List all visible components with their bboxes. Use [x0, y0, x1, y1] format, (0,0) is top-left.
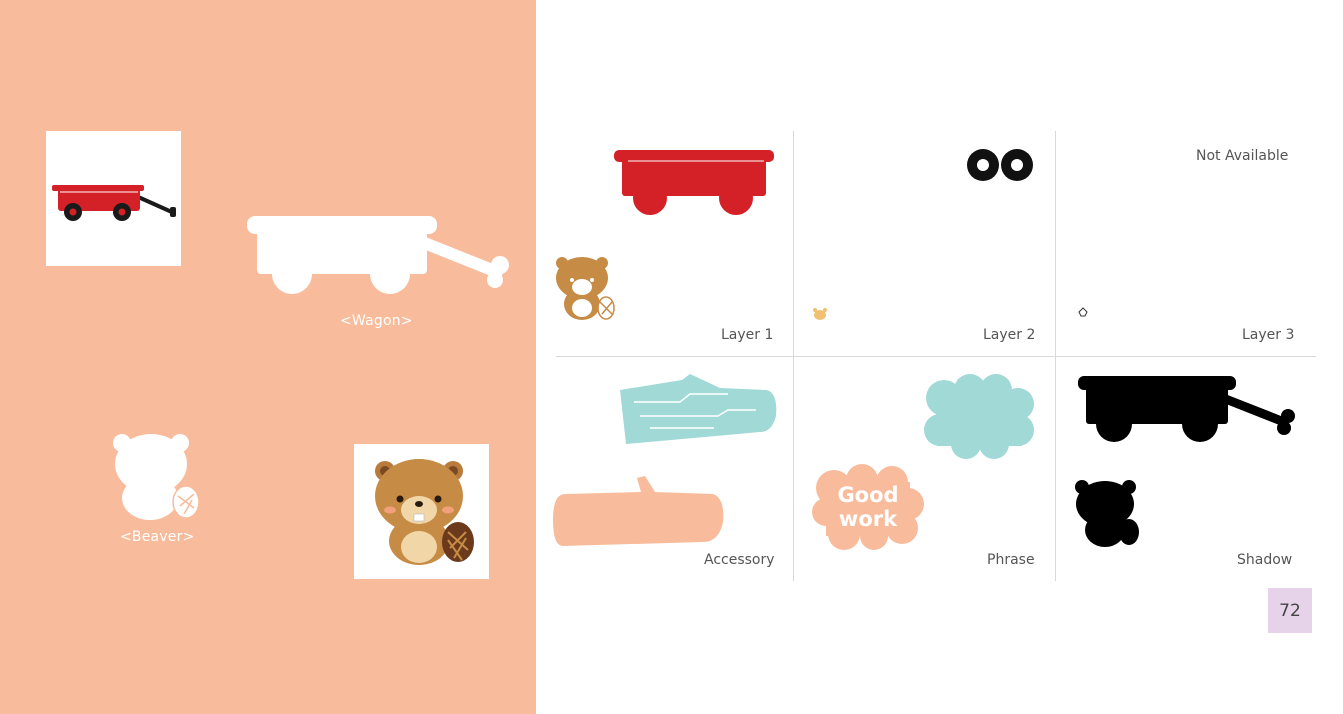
cell-label-shadow: Shadow: [1237, 552, 1293, 568]
cell-label-layer1: Layer 1: [721, 327, 774, 343]
right-panel: [536, 0, 1343, 714]
beaver-thumbnail: [354, 444, 489, 579]
phrase-aqua-bubble-art: [922, 374, 1036, 460]
accessory-peach-log-art: [553, 476, 725, 548]
svg-text:work: work: [839, 507, 898, 531]
shadow-beaver-art: [1073, 478, 1143, 548]
not-available-note: Not Available: [1196, 148, 1289, 164]
cell-label-phrase: Phrase: [987, 552, 1035, 568]
accessory-aqua-log-art: [620, 372, 778, 446]
left-panel: [0, 0, 536, 714]
phrase-good-work-art: Good work: [812, 464, 924, 550]
layer2-beaver-detail-art: [812, 306, 828, 322]
beaver-silhouette: [110, 430, 205, 520]
wagon-silhouette: [247, 212, 517, 302]
wagon-thumbnail: [46, 131, 181, 266]
cell-label-accessory: Accessory: [704, 552, 775, 568]
layer3-detail-art: [1077, 306, 1089, 318]
page-number: 72: [1268, 588, 1312, 633]
wagon-caption: <Wagon>: [340, 313, 413, 329]
cell-label-layer2: Layer 2: [983, 327, 1036, 343]
svg-text:Good: Good: [837, 483, 898, 507]
layer1-beaver-art: [554, 254, 616, 322]
beaver-caption: <Beaver>: [120, 529, 195, 545]
grid-divider: [556, 356, 1316, 357]
shadow-wagon-art: [1078, 374, 1300, 444]
layer2-wheels-art: [966, 148, 1036, 182]
cell-label-layer3: Layer 3: [1242, 327, 1295, 343]
layer1-wagon-art: [614, 148, 776, 218]
